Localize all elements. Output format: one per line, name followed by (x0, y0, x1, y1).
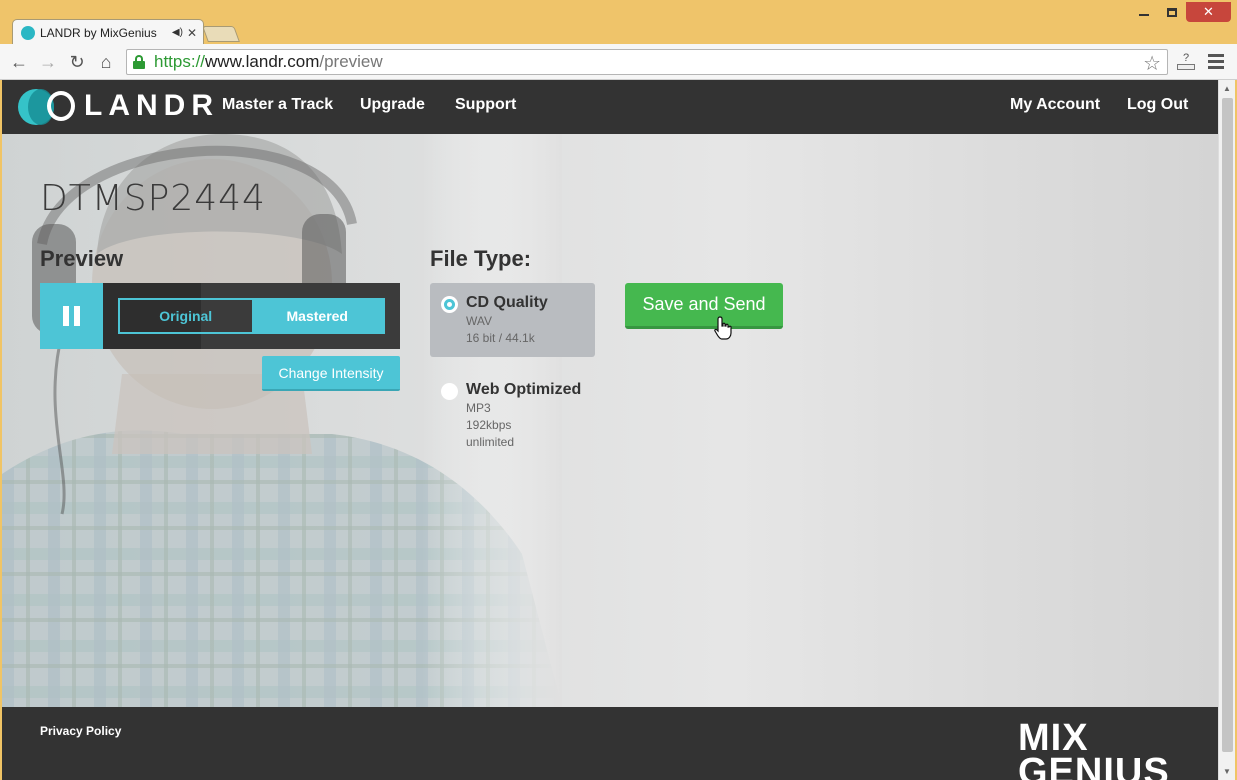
new-tab-button[interactable] (202, 26, 240, 42)
browser-tab[interactable]: LANDR by MixGenius ◀) ✕ (12, 19, 204, 45)
option-limit: unlimited (466, 435, 515, 449)
pause-icon (62, 306, 81, 326)
brand-line-2: GENIUS (1018, 751, 1170, 780)
nav-log-out[interactable]: Log Out (1127, 96, 1188, 114)
option-format: MP3 (466, 401, 491, 415)
hand-pointer-cursor-icon (714, 316, 732, 340)
address-bar[interactable]: https://www.landr.com/preview ☆ (126, 49, 1168, 75)
toggle-original[interactable]: Original (120, 300, 252, 332)
filetype-web-optimized[interactable]: Web Optimized MP3 192kbps unlimited (430, 371, 595, 451)
window-close-icon[interactable]: ✕ (1186, 2, 1231, 22)
option-detail: 16 bit / 44.1k (466, 331, 535, 345)
site-header: LANDR Master a Track Upgrade Support My … (2, 80, 1218, 134)
track-name: DTMSP2444 (40, 178, 266, 219)
nav-support[interactable]: Support (455, 96, 516, 114)
radio-selected-icon[interactable] (441, 296, 458, 313)
speaker-icon: ◀) (171, 27, 183, 38)
file-type-heading: File Type: (430, 246, 532, 271)
logo-ring-icon (47, 91, 75, 121)
scroll-thumb[interactable] (1222, 98, 1233, 752)
url-text: https://www.landr.com/preview (154, 52, 383, 71)
back-arrow-icon[interactable]: ← (8, 51, 30, 73)
option-name: CD Quality (466, 294, 548, 311)
option-name: Web Optimized (466, 381, 582, 398)
page-scrollbar[interactable]: ▲ ▼ (1218, 80, 1235, 780)
site-footer: Privacy Policy MIX GENIUS (2, 707, 1218, 780)
pause-button[interactable] (40, 283, 103, 349)
privacy-policy-link[interactable]: Privacy Policy (40, 724, 121, 738)
toggle-mastered[interactable]: Mastered (251, 300, 383, 332)
bookmark-star-icon[interactable]: ☆ (1143, 51, 1161, 76)
scroll-down-arrow-icon[interactable]: ▼ (1223, 767, 1231, 776)
page-viewport: LANDR Master a Track Upgrade Support My … (2, 80, 1218, 780)
home-icon[interactable]: ⌂ (95, 51, 117, 73)
forward-arrow-icon[interactable]: → (37, 51, 59, 73)
save-and-send-button[interactable]: Save and Send (625, 283, 783, 329)
audio-player: Original Mastered (40, 283, 400, 349)
option-format: WAV (466, 314, 492, 328)
minimize-icon[interactable] (1130, 2, 1158, 22)
radio-unselected-icon[interactable] (441, 383, 458, 400)
brand-line-1: MIX (1018, 717, 1089, 759)
hero-section: DTMSP2444 Preview Original Mastered Chan… (2, 134, 1218, 707)
option-bitrate: 192kbps (466, 418, 512, 432)
mixgenius-logo[interactable]: MIX GENIUS (1018, 717, 1170, 780)
extension-icon[interactable]: ? (1176, 52, 1196, 72)
preview-heading: Preview (40, 246, 124, 271)
window-controls: ✕ (1130, 2, 1231, 22)
nav-master-a-track[interactable]: Master a Track (222, 96, 333, 114)
window-titlebar: ✕ LANDR by MixGenius ◀) ✕ (0, 0, 1237, 45)
scroll-up-arrow-icon[interactable]: ▲ (1223, 84, 1231, 93)
reload-icon[interactable]: ↻ (66, 51, 88, 73)
tab-title: LANDR by MixGenius (40, 25, 157, 40)
maximize-icon[interactable] (1158, 2, 1186, 22)
nav-upgrade[interactable]: Upgrade (360, 96, 425, 114)
original-mastered-toggle: Original Mastered (118, 298, 385, 334)
nav-my-account[interactable]: My Account (1010, 96, 1100, 114)
browser-menu-icon[interactable] (1208, 54, 1224, 70)
browser-toolbar: ← → ↻ ⌂ https://www.landr.com/preview ☆ … (0, 44, 1237, 80)
filetype-cd-quality[interactable]: CD Quality WAV 16 bit / 44.1k (430, 283, 595, 357)
landr-favicon-icon (21, 25, 35, 40)
logo-text[interactable]: LANDR (84, 89, 219, 123)
lock-icon (133, 55, 145, 69)
change-intensity-button[interactable]: Change Intensity (262, 356, 400, 391)
tab-close-icon[interactable]: ✕ (187, 26, 197, 40)
